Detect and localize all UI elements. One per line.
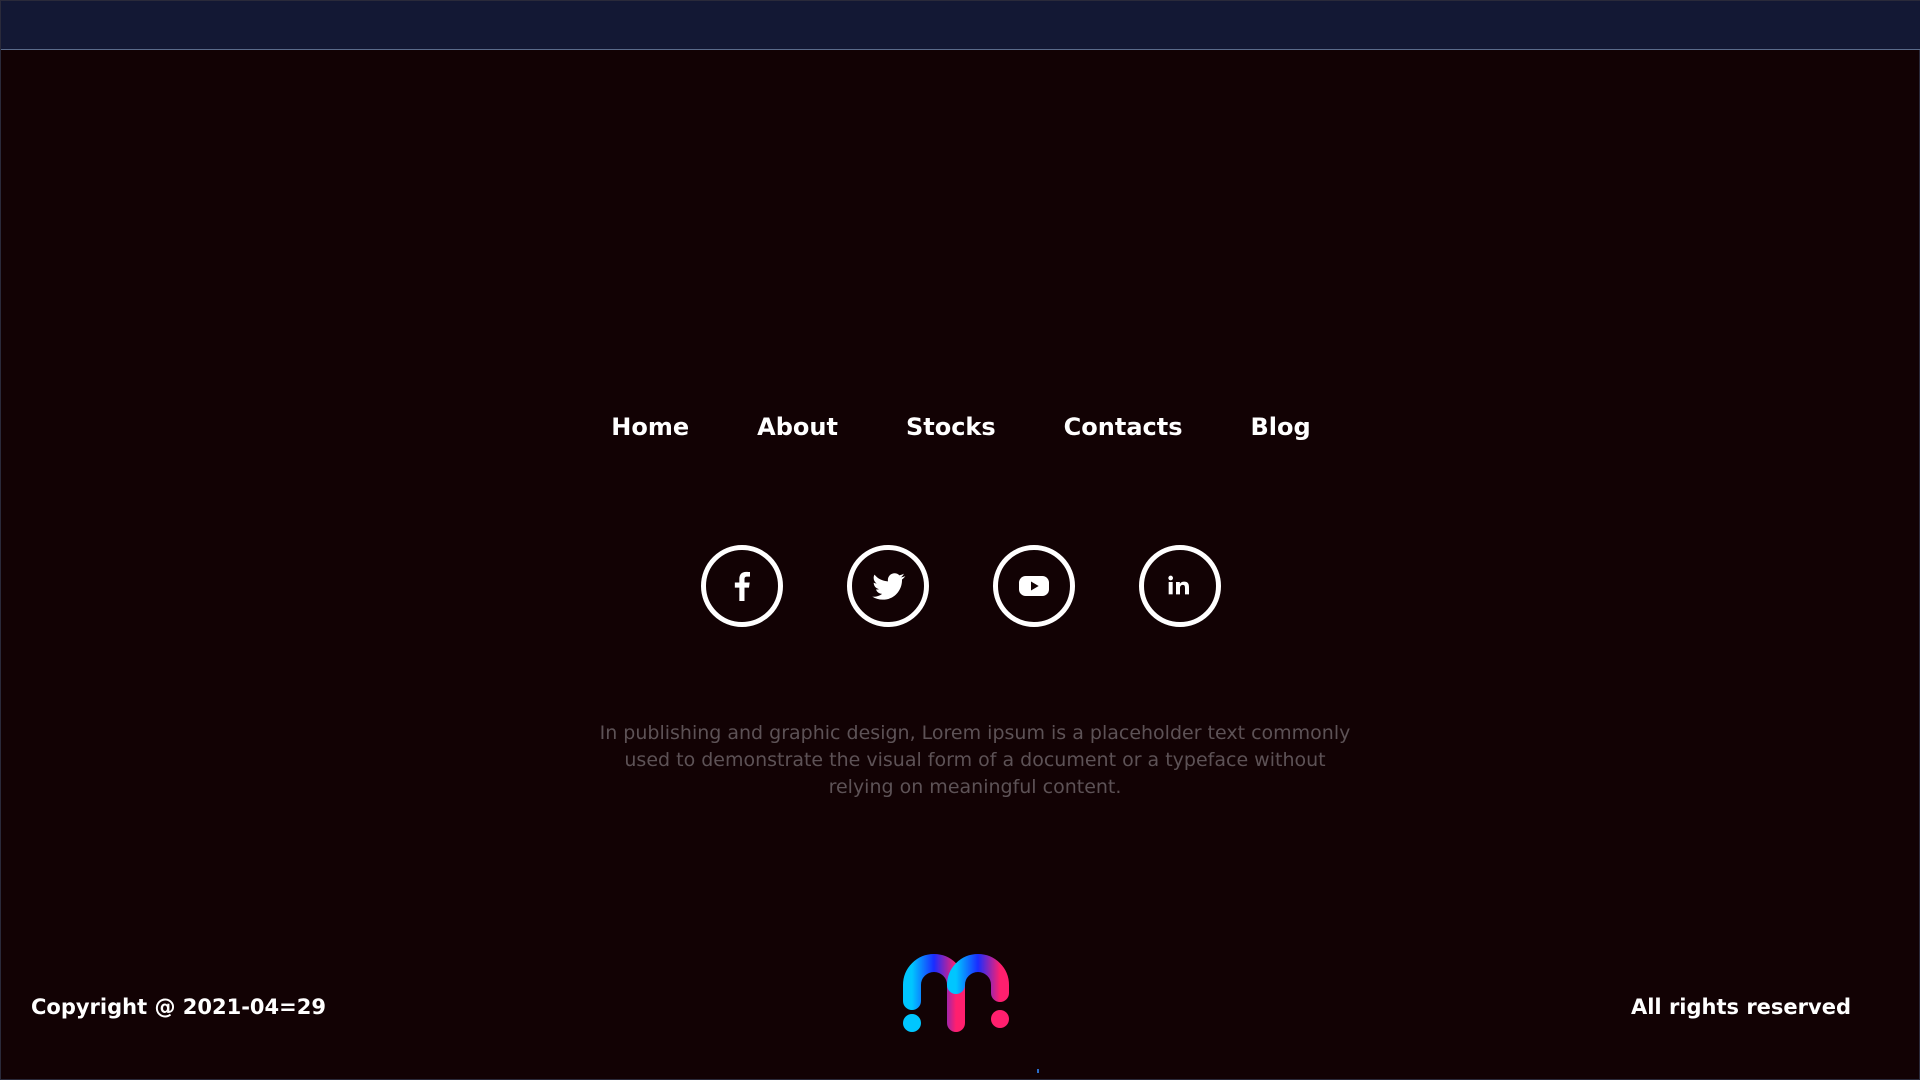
social-links: [1, 545, 1920, 627]
nav-about-link[interactable]: About: [757, 413, 838, 441]
footer-description: In publishing and graphic design, Lorem …: [599, 722, 1351, 798]
rights-text: All rights reserved: [1630, 995, 1851, 1019]
youtube-icon: [1019, 576, 1049, 596]
nav-home-link[interactable]: Home: [611, 413, 689, 441]
twitter-icon: [872, 573, 906, 600]
top-bar: [1, 1, 1920, 50]
facebook-button[interactable]: [701, 545, 783, 627]
nav-stocks-link[interactable]: Stocks: [906, 413, 996, 441]
twitter-button[interactable]: [847, 545, 929, 627]
nav-blog-link[interactable]: Blog: [1251, 413, 1311, 441]
decorative-mark: [1037, 1069, 1039, 1073]
main-navigation: Home About Stocks Contacts Blog: [1, 413, 1920, 441]
brand-logo-icon[interactable]: [903, 953, 1017, 1035]
page-frame: Home About Stocks Contacts Blog In publi…: [0, 0, 1920, 1080]
youtube-button[interactable]: [993, 545, 1075, 627]
copyright-text: Copyright @ 2021-04=29: [31, 995, 326, 1019]
nav-contacts-link[interactable]: Contacts: [1064, 413, 1183, 441]
facebook-icon: [734, 571, 750, 601]
linkedin-icon: [1168, 575, 1189, 595]
linkedin-button[interactable]: [1139, 545, 1221, 627]
